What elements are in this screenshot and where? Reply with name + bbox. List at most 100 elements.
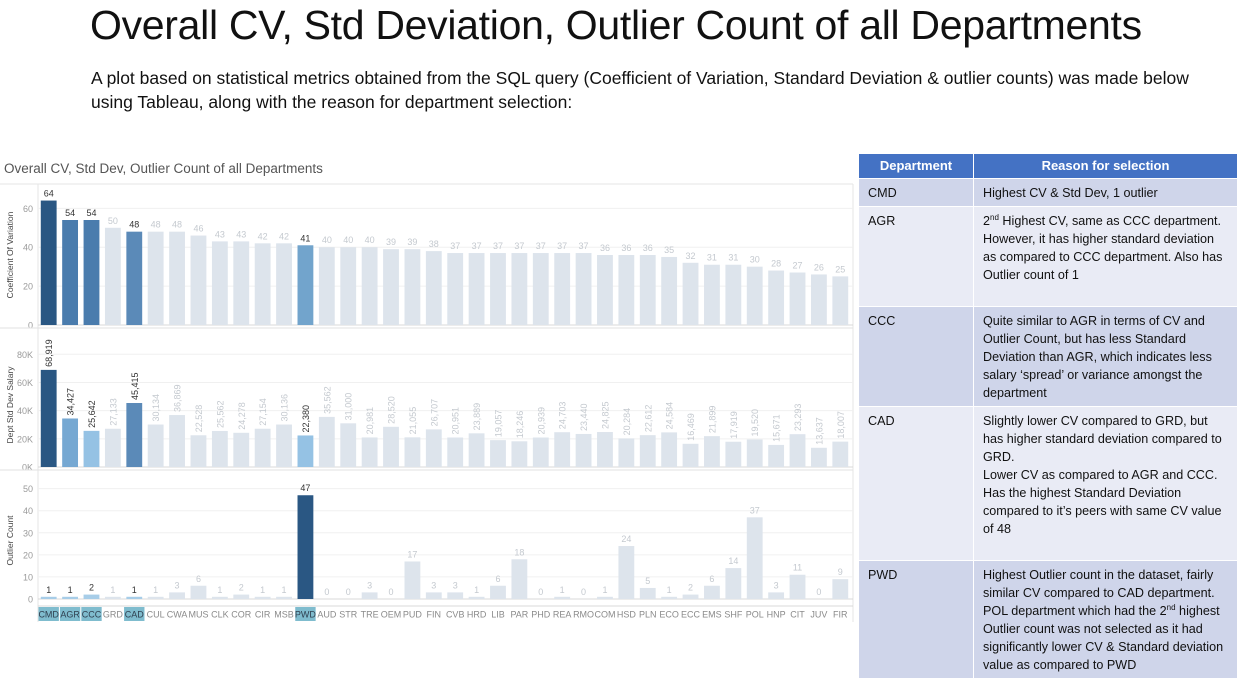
data-label: 6	[709, 574, 714, 584]
data-label: 50	[108, 216, 118, 226]
bar-lib	[490, 585, 506, 599]
bar-ems	[704, 264, 720, 325]
bar-cul	[147, 424, 164, 467]
data-label: 2	[89, 583, 94, 593]
y-tick-label: 0	[28, 595, 33, 605]
bar-phd	[532, 253, 549, 325]
department-cell: CAD	[858, 406, 974, 561]
data-label: 28,520	[387, 396, 397, 424]
bar-fin	[425, 592, 442, 599]
y-tick-label: 40	[23, 243, 33, 253]
x-tick-label: PLN	[639, 610, 657, 620]
x-tick-label: COR	[231, 610, 252, 620]
bar-eco	[661, 596, 678, 599]
bar-rea	[554, 432, 571, 467]
x-tick-label: AUD	[317, 610, 337, 620]
department-reason-table: Department Reason for selection CMD Highe…	[858, 153, 1238, 679]
x-tick-label: CLK	[211, 610, 229, 620]
x-tick-label: COM	[594, 610, 615, 620]
data-label: 42	[258, 231, 268, 241]
bar-par	[511, 253, 528, 325]
data-label: 48	[172, 220, 182, 230]
data-label: 40	[343, 235, 353, 245]
x-tick-label: PUD	[403, 610, 423, 620]
bar-pwd	[297, 245, 314, 325]
reason-cell: Slightly lower CV compared to GRD, but h…	[973, 406, 1238, 561]
data-label: 1	[46, 585, 51, 595]
data-label: 6	[196, 574, 201, 584]
x-tick-label: ECO	[659, 610, 679, 620]
header-department: Department	[858, 153, 974, 179]
bar-cvb	[447, 437, 464, 467]
data-label: 28	[771, 259, 781, 269]
bar-aud	[318, 416, 335, 467]
data-label: 19,520	[750, 409, 760, 437]
x-tick-label: ECC	[681, 610, 701, 620]
bar-grd	[104, 596, 121, 599]
y-tick-label: 60K	[17, 378, 33, 388]
data-label: 31,000	[344, 393, 354, 421]
data-label: 24,584	[665, 402, 675, 430]
table-row: CAD Slightly lower CV compared to GRD, bu…	[858, 406, 1238, 561]
data-label: 1	[68, 585, 73, 595]
data-label: 39	[407, 237, 417, 247]
bar-cor	[233, 241, 250, 325]
x-tick-label: PAR	[510, 610, 528, 620]
data-label: 0	[324, 587, 329, 597]
data-label: 36,869	[173, 385, 183, 413]
bar-lib	[490, 440, 506, 467]
bar-hsd	[618, 255, 635, 325]
bar-hsd	[618, 546, 635, 599]
bar-ecc	[682, 443, 699, 467]
data-label: 3	[453, 580, 458, 590]
data-label: 24,825	[600, 401, 610, 429]
data-label: 37	[557, 241, 567, 251]
data-label: 43	[236, 229, 246, 239]
data-label: 54	[65, 208, 75, 218]
data-label: 17,919	[729, 411, 739, 439]
bar-pol	[746, 517, 763, 599]
bar-com	[597, 432, 613, 467]
data-label: 3	[774, 580, 779, 590]
x-tick-label: CUL	[147, 610, 165, 620]
bar-phd	[532, 437, 549, 467]
x-tick-label: CIT	[790, 610, 805, 620]
table-row: CCC Quite similar to AGR in terms of CV a…	[858, 306, 1238, 407]
bar-oem	[383, 426, 399, 467]
data-label: 37	[493, 241, 503, 251]
data-label: 2	[688, 583, 693, 593]
bar-ems	[704, 585, 720, 599]
x-tick-label: CAD	[125, 610, 145, 620]
y-tick-label: 80K	[17, 350, 33, 360]
bar-clk	[211, 596, 228, 599]
bar-mus	[190, 585, 207, 599]
x-tick-label: GRD	[103, 610, 124, 620]
bar-fin	[425, 429, 442, 467]
bar-hrd	[468, 253, 485, 325]
bar-fin	[425, 251, 442, 325]
bar-pud	[404, 437, 421, 467]
x-tick-label: CWA	[167, 610, 188, 620]
data-label: 14	[728, 556, 738, 566]
data-label: 26,707	[429, 399, 439, 427]
data-label: 48	[129, 220, 139, 230]
bar-ccc	[83, 594, 100, 599]
data-label: 45,415	[130, 372, 140, 400]
bar-hnp	[768, 444, 785, 467]
bar-ccc	[83, 430, 100, 467]
x-tick-label: POL	[746, 610, 764, 620]
bar-pol	[746, 439, 763, 467]
data-label: 48	[151, 220, 161, 230]
data-label: 0	[389, 587, 394, 597]
x-tick-label: PHD	[531, 610, 551, 620]
data-label: 27,133	[108, 398, 118, 426]
bar-cwa	[169, 231, 185, 325]
y-tick-label: 30	[23, 528, 33, 538]
data-label: 13,637	[814, 417, 824, 445]
data-label: 54	[86, 208, 96, 218]
data-label: 39	[386, 237, 396, 247]
data-label: 37	[750, 505, 760, 515]
bar-mus	[190, 235, 207, 325]
data-label: 9	[838, 567, 843, 577]
data-label: 1	[602, 585, 607, 595]
